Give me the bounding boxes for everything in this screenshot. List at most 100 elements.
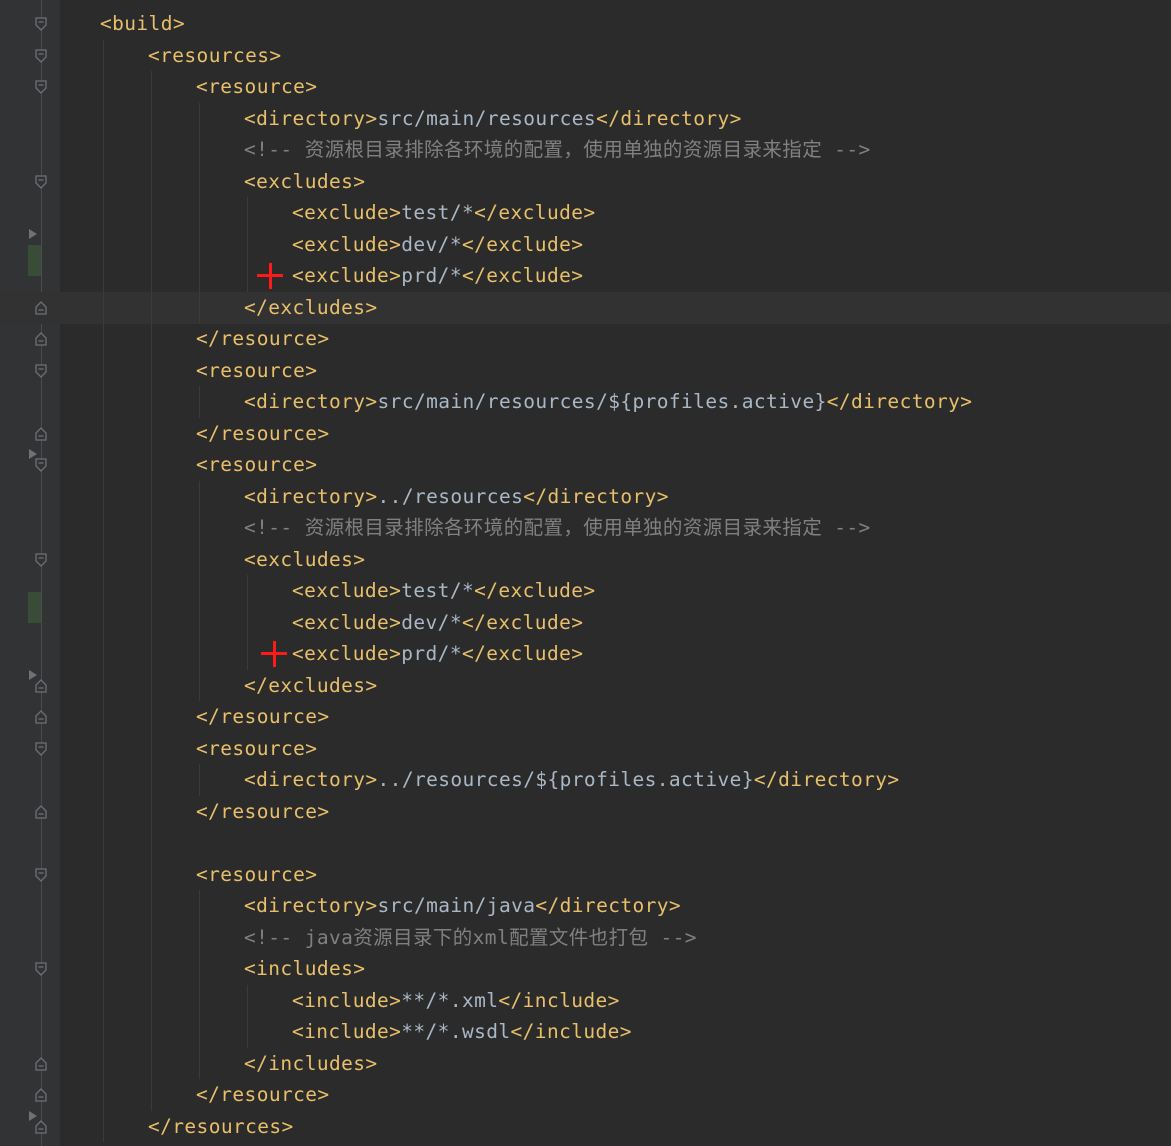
xml-tag-token: <resource> — [196, 736, 318, 760]
code-line[interactable]: <!-- 资源根目录排除各环境的配置，使用单独的资源目录来指定 --> — [244, 512, 871, 544]
xml-comment-token: <!-- 资源根目录排除各环境的配置，使用单独的资源目录来指定 --> — [244, 516, 871, 539]
fold-collapse-icon[interactable] — [35, 363, 47, 378]
xml-tag-token: </directory> — [753, 768, 900, 791]
fold-end-icon[interactable] — [35, 710, 47, 724]
code-line[interactable]: </resource> — [196, 323, 330, 355]
xml-tag-token: </resource> — [196, 705, 330, 728]
code-line[interactable]: <build> — [100, 8, 185, 40]
xml-comment-token: <!-- 资源根目录排除各环境的配置，使用单独的资源目录来指定 --> — [244, 138, 871, 161]
xml-text-token: ../resources/${profiles.active} — [377, 768, 754, 791]
fold-collapse-icon[interactable] — [35, 962, 47, 976]
indent-guide — [247, 575, 248, 670]
fold-collapse-icon[interactable] — [35, 48, 47, 63]
code-line[interactable]: <include>**/*.xml</include> — [292, 985, 620, 1017]
code-line[interactable]: </excludes> — [244, 292, 378, 324]
fold-collapse-icon[interactable] — [35, 867, 47, 882]
xml-tag-token: <build> — [100, 12, 185, 35]
gutter-arrow-icon[interactable] — [28, 222, 38, 239]
xml-text-token: prd/* — [401, 642, 462, 665]
xml-tag-token: <directory> — [244, 484, 378, 508]
code-line[interactable]: </resource> — [196, 418, 330, 450]
current-line-highlight — [0, 292, 1171, 324]
xml-tag-token: <resource> — [196, 75, 318, 98]
red-plus-annotation-icon — [261, 641, 287, 667]
xml-tag-token: <include> — [292, 988, 402, 1012]
code-line[interactable]: <directory>src/main/java</directory> — [244, 890, 681, 922]
code-line[interactable]: <excludes> — [244, 544, 365, 576]
editor-gutter — [0, 0, 60, 1146]
fold-end-icon[interactable] — [35, 332, 47, 346]
xml-tag-token: </resources> — [148, 1114, 294, 1138]
code-line[interactable]: <directory>src/main/resources/${profiles… — [244, 386, 972, 418]
code-line[interactable]: <resource> — [196, 71, 317, 103]
xml-tag-token: <directory> — [244, 106, 378, 130]
gutter-arrow-icon[interactable] — [28, 663, 38, 680]
vcs-change-marker[interactable] — [28, 245, 41, 276]
code-line[interactable]: <resources> — [148, 40, 282, 72]
fold-end-icon[interactable] — [35, 1088, 47, 1102]
xml-tag-token: <exclude> — [292, 579, 402, 602]
xml-tag-token: </resource> — [196, 327, 330, 350]
xml-tag-token: </exclude> — [461, 264, 584, 287]
code-line[interactable]: <exclude>dev/*</exclude> — [292, 229, 583, 261]
indent-guide — [199, 764, 200, 796]
vcs-change-marker[interactable] — [28, 591, 41, 623]
code-line[interactable]: </resource> — [196, 1079, 330, 1111]
fold-end-icon[interactable] — [35, 804, 47, 819]
fold-end-icon[interactable] — [35, 1056, 47, 1071]
xml-tag-token: <resources> — [148, 43, 282, 67]
xml-tag-token: <exclude> — [292, 642, 402, 665]
code-line[interactable]: <resource> — [196, 859, 317, 891]
xml-text-token: ../resources — [377, 484, 524, 508]
xml-tag-token: </directory> — [523, 484, 669, 508]
code-line[interactable]: <exclude>prd/*</exclude> — [292, 260, 583, 292]
code-line[interactable]: </resources> — [148, 1111, 294, 1143]
xml-tag-token: </resource> — [196, 421, 330, 445]
code-line[interactable]: </resource> — [196, 796, 330, 828]
code-line[interactable]: <excludes> — [244, 166, 365, 198]
fold-end-icon[interactable] — [35, 300, 47, 315]
code-line[interactable]: <exclude>dev/*</exclude> — [292, 607, 583, 639]
xml-tag-token: </resource> — [196, 799, 330, 823]
code-line[interactable]: <!-- 资源根目录排除各环境的配置，使用单独的资源目录来指定 --> — [244, 134, 871, 166]
indent-guide — [247, 984, 248, 1048]
gutter-arrow-icon[interactable] — [28, 1104, 38, 1121]
xml-tag-token: <resource> — [196, 453, 318, 476]
indent-guide — [199, 480, 200, 701]
gutter-arrow-icon[interactable] — [28, 442, 38, 460]
code-line[interactable]: <directory>../resources/${profiles.activ… — [244, 764, 900, 796]
fold-collapse-icon[interactable] — [35, 552, 47, 567]
xml-tag-token: </include> — [498, 988, 620, 1012]
code-line[interactable]: <resource> — [196, 355, 317, 387]
code-line[interactable]: <exclude>test/*</exclude> — [292, 197, 596, 229]
fold-collapse-icon[interactable] — [35, 174, 47, 189]
fold-collapse-icon[interactable] — [35, 741, 47, 756]
xml-tag-token: </excludes> — [244, 673, 378, 697]
code-line[interactable]: <exclude>prd/*</exclude> — [292, 638, 583, 670]
xml-tag-token: <include> — [292, 1020, 402, 1043]
fold-collapse-icon[interactable] — [35, 80, 47, 94]
code-line[interactable]: </resource> — [196, 701, 330, 733]
code-line[interactable]: <directory>../resources</directory> — [244, 481, 669, 513]
xml-text-token: src/main/java — [377, 894, 536, 917]
code-line[interactable]: <exclude>test/*</exclude> — [292, 575, 596, 607]
code-line[interactable]: </excludes> — [244, 670, 378, 702]
code-line[interactable]: <directory>src/main/resources</directory… — [244, 103, 742, 135]
code-line[interactable]: <resource> — [196, 733, 317, 765]
xml-tag-token: <resource> — [196, 862, 318, 886]
code-line[interactable]: </includes> — [244, 1048, 378, 1080]
indent-guide — [199, 386, 200, 418]
indent-guide — [247, 197, 248, 292]
code-line[interactable]: <resource> — [196, 449, 317, 481]
code-line[interactable]: <!-- java资源目录下的xml配置文件也打包 --> — [244, 922, 697, 954]
indent-guide — [103, 39, 104, 1142]
code-line[interactable]: <include>**/*.wsdl</include> — [292, 1016, 632, 1048]
xml-tag-token: </exclude> — [461, 232, 584, 256]
fold-end-icon[interactable] — [35, 426, 47, 441]
xml-text-token: dev/* — [401, 610, 462, 634]
xml-tag-token: </directory> — [826, 390, 973, 413]
fold-collapse-icon[interactable] — [35, 17, 47, 31]
xml-tag-token: </exclude> — [474, 201, 596, 224]
code-line[interactable]: <includes> — [244, 953, 365, 985]
xml-tag-token: </include> — [510, 1020, 632, 1043]
